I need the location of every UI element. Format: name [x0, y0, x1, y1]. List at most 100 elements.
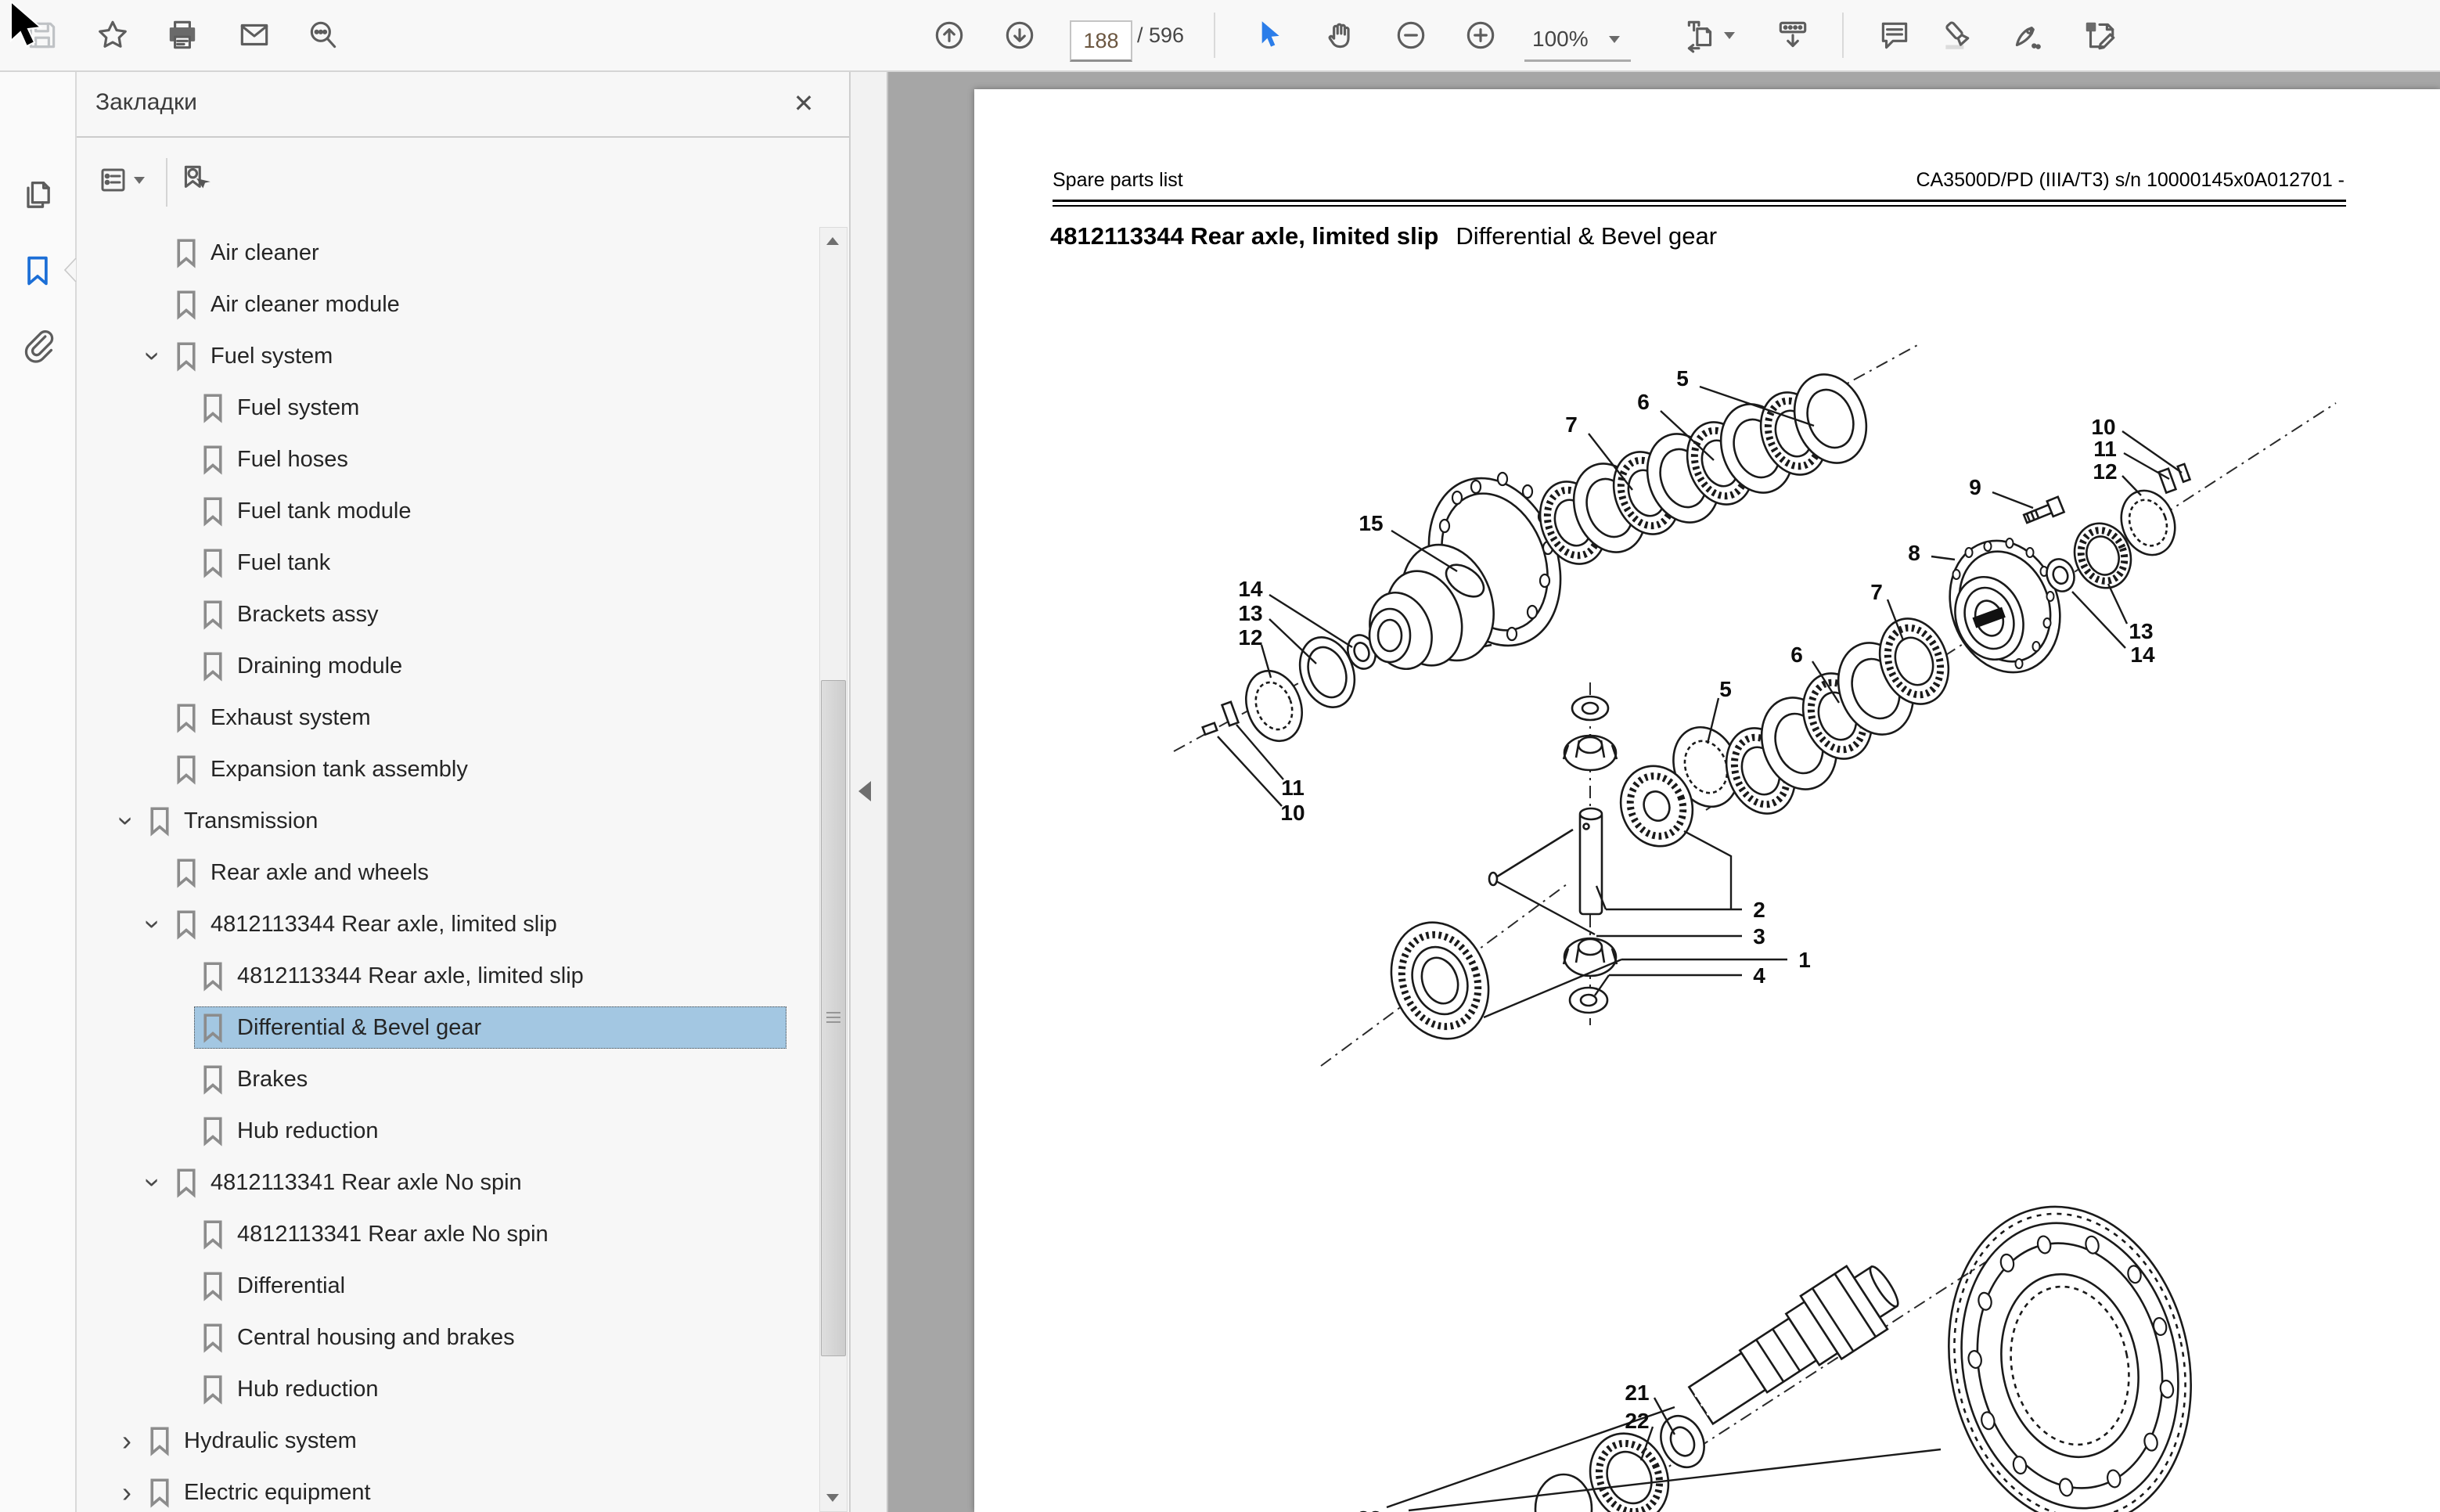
page-thumbnails-button[interactable]: [17, 175, 58, 216]
panel-splitter[interactable]: [851, 70, 888, 1512]
zoom-in-button[interactable]: [1459, 12, 1503, 59]
bookmark-item[interactable]: Rear axle and wheels: [75, 847, 819, 898]
bookmark-label-wrap[interactable]: 4812113344 Rear axle, limited slip: [167, 903, 786, 945]
bookmark-label-wrap[interactable]: Exhaust system: [167, 697, 786, 739]
comment-button[interactable]: [1873, 12, 1916, 59]
bookmark-label: Hydraulic system: [184, 1428, 357, 1454]
bookmark-label-wrap[interactable]: Air cleaner module: [167, 283, 786, 326]
bookmark-options-button[interactable]: [91, 157, 150, 203]
bookmark-item[interactable]: ›Electric equipment: [75, 1467, 819, 1512]
bookmark-item[interactable]: 4812113341 Rear axle No spin: [75, 1208, 819, 1260]
bookmark-label-wrap[interactable]: Hub reduction: [194, 1110, 786, 1152]
goto-bookmark-button[interactable]: [174, 157, 218, 203]
collapse-panel-icon[interactable]: [858, 781, 871, 801]
bookmark-label-wrap[interactable]: Rear axle and wheels: [167, 851, 786, 894]
attachments-button[interactable]: [17, 326, 58, 366]
favorite-button[interactable]: [91, 12, 135, 59]
bookmark-ribbon-icon: [201, 547, 225, 578]
bookmark-item[interactable]: Brakes: [75, 1053, 819, 1105]
chevron-down-icon[interactable]: ›: [139, 910, 167, 938]
bookmark-label-wrap[interactable]: Air cleaner: [167, 232, 786, 274]
bookmark-label-wrap[interactable]: Fuel hoses: [194, 438, 786, 481]
bookmark-label-wrap[interactable]: 4812113344 Rear axle, limited slip: [194, 955, 786, 997]
bookmark-label-wrap[interactable]: Fuel tank: [194, 542, 786, 584]
thumb-grip-icon: [826, 1012, 840, 1024]
zoom-out-button[interactable]: [1389, 12, 1433, 59]
bookmark-item[interactable]: Differential & Bevel gear: [75, 1002, 819, 1053]
page-title-regular: Differential & Bevel gear: [1456, 222, 1717, 250]
chevron-down-icon[interactable]: ›: [113, 807, 141, 835]
bookmark-label-wrap[interactable]: Hydraulic system: [141, 1420, 786, 1462]
bookmark-label-wrap[interactable]: Central housing and brakes: [194, 1316, 786, 1359]
bookmark-item[interactable]: Fuel hoses: [75, 434, 819, 485]
bookmark-item[interactable]: › Transmission: [75, 795, 819, 847]
search-button[interactable]: [301, 12, 345, 59]
bookmark-label-wrap[interactable]: Differential: [194, 1265, 786, 1307]
chevron-right-icon[interactable]: ›: [113, 1427, 141, 1455]
close-panel-button[interactable]: ✕: [785, 85, 822, 122]
bookmark-selected[interactable]: Differential & Bevel gear: [194, 1006, 786, 1049]
bookmark-ribbon-icon: [148, 805, 171, 837]
bookmark-item[interactable]: Fuel tank module: [75, 485, 819, 537]
bookmark-item[interactable]: Fuel system: [75, 382, 819, 434]
bookmark-ribbon-icon: [201, 650, 225, 682]
bookmarks-scrollbar[interactable]: [819, 227, 848, 1512]
chevron-down-icon[interactable]: ›: [139, 1168, 167, 1197]
next-page-button[interactable]: [998, 12, 1042, 59]
scrolling-mode-button[interactable]: [1771, 12, 1815, 59]
previous-page-button[interactable]: [927, 12, 971, 59]
bookmark-item[interactable]: Fuel tank: [75, 537, 819, 589]
bookmarks-panel-button[interactable]: [17, 250, 58, 291]
bookmark-item[interactable]: Central housing and brakes: [75, 1312, 819, 1363]
chevron-down-icon[interactable]: ›: [139, 342, 167, 370]
hand-tool-button[interactable]: [1319, 12, 1362, 59]
page-number-input[interactable]: 188: [1070, 20, 1132, 62]
arrow-down-circle-icon: [1002, 17, 1038, 53]
bookmark-label-wrap[interactable]: 4812113341 Rear axle No spin: [167, 1161, 786, 1204]
bookmark-label-wrap[interactable]: Fuel system: [194, 387, 786, 429]
bookmark-item[interactable]: Draining module: [75, 640, 819, 692]
bookmark-ribbon-icon: [201, 960, 225, 992]
scroll-down-button[interactable]: [820, 1485, 845, 1511]
zoom-level-dropdown[interactable]: 100%: [1524, 19, 1631, 62]
bookmark-label-wrap[interactable]: Brackets assy: [194, 593, 786, 635]
highlight-button[interactable]: [1935, 12, 1979, 59]
bookmark-item[interactable]: Hub reduction: [75, 1105, 819, 1157]
bookmark-label-wrap[interactable]: Draining module: [194, 645, 786, 687]
fill-and-sign-button[interactable]: [2078, 12, 2122, 59]
bookmark-item[interactable]: 4812113344 Rear axle, limited slip: [75, 950, 819, 1002]
scrollbar-thumb[interactable]: [821, 680, 846, 1356]
bookmark-item[interactable]: Hub reduction: [75, 1363, 819, 1415]
bookmark-label-wrap[interactable]: Electric equipment: [141, 1471, 786, 1512]
page-title-bold: 4812113344 Rear axle, limited slip: [1050, 222, 1438, 250]
bookmark-item[interactable]: Exhaust system: [75, 692, 819, 743]
bookmark-label-wrap[interactable]: 4812113341 Rear axle No spin: [194, 1213, 786, 1255]
bookmark-label: Fuel hoses: [237, 447, 348, 473]
print-button[interactable]: [160, 12, 204, 59]
bookmark-label: Transmission: [184, 808, 318, 834]
select-tool-button[interactable]: [1246, 12, 1290, 59]
chevron-down-icon: [134, 177, 145, 184]
bookmark-label-wrap[interactable]: Fuel system: [167, 335, 786, 377]
sign-button[interactable]: [2006, 12, 2050, 59]
fit-width-button[interactable]: [1676, 12, 1739, 59]
bookmark-item[interactable]: Expansion tank assembly: [75, 743, 819, 795]
bookmark-item[interactable]: › Hydraulic system: [75, 1415, 819, 1467]
bookmark-label-wrap[interactable]: Expansion tank assembly: [167, 748, 786, 790]
scroll-up-button[interactable]: [820, 228, 845, 254]
page-header-left: Spare parts list: [1053, 169, 1183, 192]
bookmark-item[interactable]: Brackets assy: [75, 589, 819, 640]
bookmark-item[interactable]: Air cleaner: [75, 227, 819, 279]
bookmark-item[interactable]: Air cleaner module: [75, 279, 819, 330]
bookmark-ribbon-icon: [201, 599, 225, 630]
bookmark-item[interactable]: Differential: [75, 1260, 819, 1312]
bookmark-item[interactable]: ›4812113344 Rear axle, limited slip: [75, 898, 819, 950]
bookmark-label-wrap[interactable]: Brakes: [194, 1058, 786, 1100]
chevron-right-icon[interactable]: ›: [113, 1478, 141, 1507]
bookmark-label-wrap[interactable]: Hub reduction: [194, 1368, 786, 1410]
bookmark-item[interactable]: ›4812113341 Rear axle No spin: [75, 1157, 819, 1208]
bookmark-label-wrap[interactable]: Transmission: [141, 800, 786, 842]
email-button[interactable]: [232, 12, 276, 59]
bookmark-label-wrap[interactable]: Fuel tank module: [194, 490, 786, 532]
bookmark-item[interactable]: ›Fuel system: [75, 330, 819, 382]
